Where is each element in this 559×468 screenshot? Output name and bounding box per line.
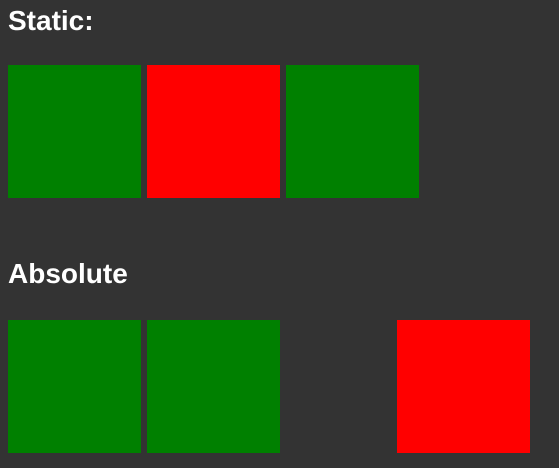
static-section-heading: Static: bbox=[8, 5, 94, 36]
absolute-box-2 bbox=[147, 320, 280, 453]
absolute-box-1 bbox=[8, 320, 141, 453]
absolute-positioned-box bbox=[397, 320, 530, 453]
absolute-section-heading: Absolute bbox=[8, 258, 128, 289]
static-box-1 bbox=[8, 65, 141, 198]
static-box-3 bbox=[286, 65, 419, 198]
page: Static: Absolute bbox=[0, 0, 559, 468]
absolute-box-row bbox=[8, 320, 559, 453]
static-box-2 bbox=[147, 65, 280, 198]
static-box-row bbox=[8, 65, 559, 198]
